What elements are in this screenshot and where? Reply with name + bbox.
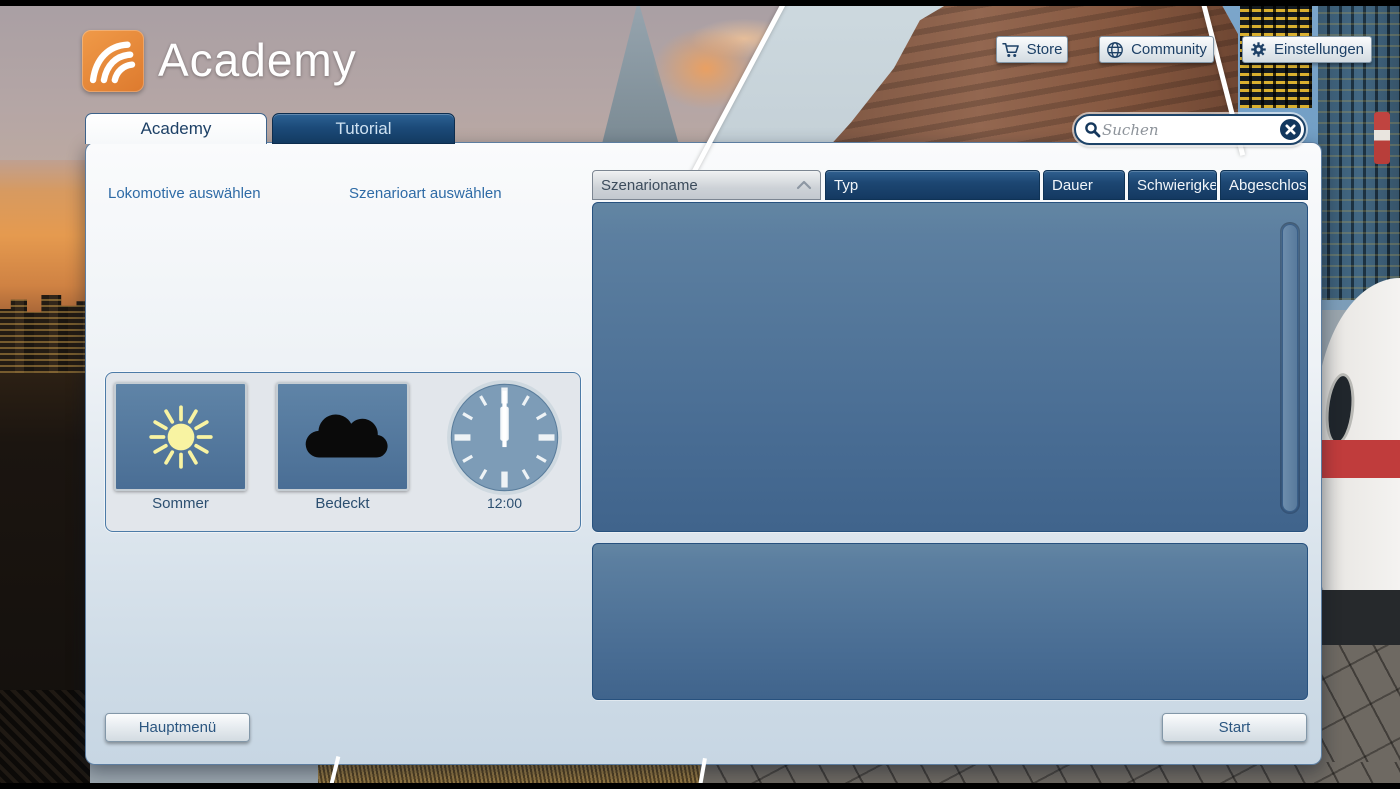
search-input[interactable] — [1102, 120, 1278, 139]
close-icon — [1285, 124, 1296, 135]
community-button-label: Community — [1131, 41, 1207, 58]
locomotive-select-label: Lokomotive auswählen — [108, 185, 261, 202]
stage: Academy Store Community Einstellungen Ac… — [0, 0, 1400, 789]
cart-icon — [1001, 42, 1019, 57]
start-button[interactable]: Start — [1162, 713, 1307, 742]
gear-icon — [1251, 42, 1266, 57]
column-header-schwierigkeit[interactable]: Schwierigke — [1128, 170, 1217, 200]
season-label: Sommer — [152, 495, 209, 512]
scrollbar-thumb[interactable] — [1282, 224, 1298, 512]
store-button-label: Store — [1026, 41, 1063, 58]
weather-condition-tile[interactable] — [276, 382, 409, 491]
main-menu-button[interactable]: Hauptmenü — [105, 713, 250, 742]
time-label: 12:00 — [486, 495, 523, 511]
background-city-silhouette — [0, 295, 90, 373]
time-clock[interactable] — [446, 379, 563, 496]
scenario-list[interactable] — [592, 202, 1308, 532]
search-clear-button[interactable] — [1278, 117, 1303, 142]
column-header-dauer[interactable]: Dauer — [1043, 170, 1125, 200]
globe-icon — [1107, 41, 1123, 58]
logo-stripes-icon — [89, 41, 136, 84]
background-train — [1316, 278, 1400, 608]
search-icon — [1085, 121, 1101, 137]
settings-button[interactable]: Einstellungen — [1242, 36, 1372, 63]
store-button[interactable]: Store — [996, 36, 1068, 63]
sort-chevron-up-icon — [796, 180, 812, 190]
tab-academy[interactable]: Academy — [85, 113, 267, 144]
search-box — [1074, 114, 1306, 145]
page-title: Academy — [158, 34, 357, 86]
column-header-szenarioname-label: Szenarioname — [601, 176, 698, 194]
season-tile[interactable] — [114, 382, 247, 491]
tab-tutorial[interactable]: Tutorial — [272, 113, 455, 144]
weather-settings-box: Sommer Bedeckt 12:00 — [105, 372, 581, 532]
background-train-window — [1322, 371, 1358, 447]
scenario-description-panel — [592, 543, 1308, 700]
cloud-icon — [305, 413, 388, 458]
column-header-abgeschlossen[interactable]: Abgeschlos — [1220, 170, 1308, 200]
sun-icon — [148, 404, 213, 469]
column-header-typ[interactable]: Typ — [825, 170, 1040, 200]
scenario-type-select-label: Szenarioart auswählen — [349, 185, 502, 202]
academy-logo-icon — [82, 30, 144, 92]
background-signal — [1374, 112, 1390, 164]
scenario-list-scrollbar[interactable] — [1280, 222, 1300, 514]
community-button[interactable]: Community — [1099, 36, 1214, 63]
weather-condition-label: Bedeckt — [315, 495, 370, 512]
column-header-szenarioname[interactable]: Szenarioname — [592, 170, 821, 200]
background-train-red-stripe — [1316, 440, 1400, 478]
settings-button-label: Einstellungen — [1273, 41, 1365, 58]
background-track-ballast — [0, 690, 90, 789]
background-train-undercarriage — [1316, 590, 1400, 652]
background-top-black-bar — [0, 0, 1400, 6]
clock-icon — [447, 380, 562, 495]
background-bottom-black-bar — [0, 783, 1400, 789]
